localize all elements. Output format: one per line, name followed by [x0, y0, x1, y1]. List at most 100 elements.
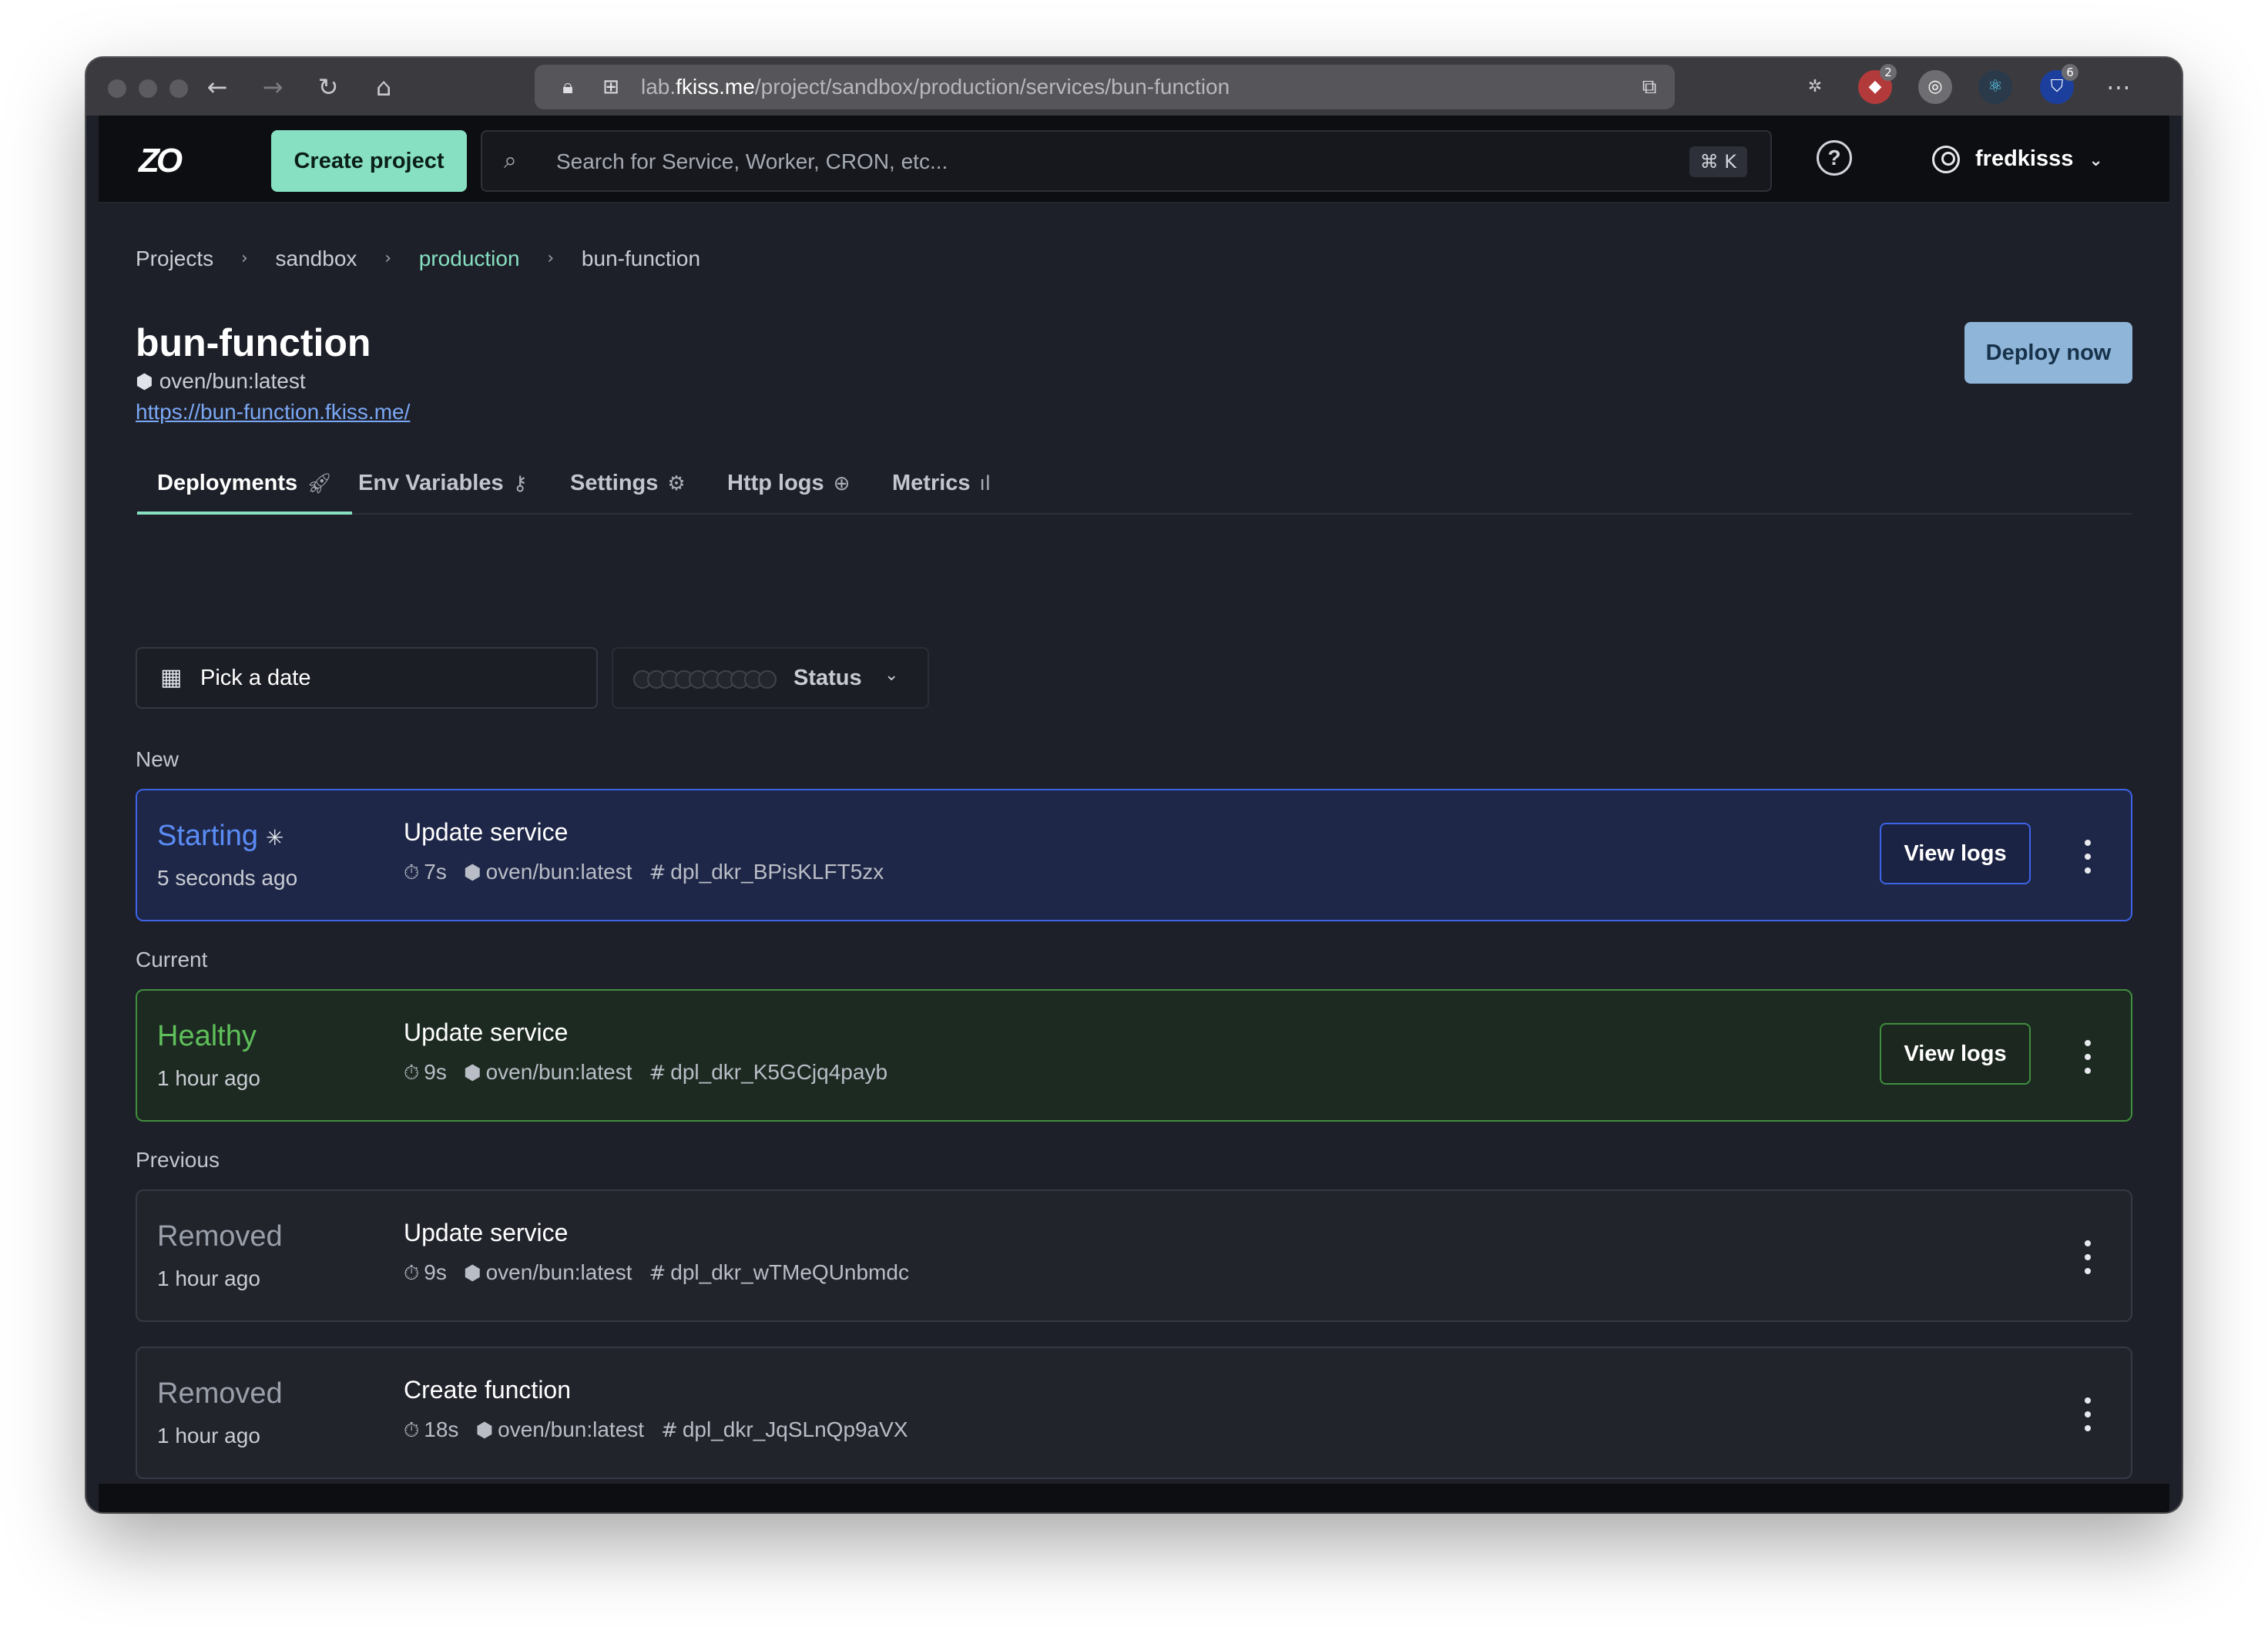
back-arrow-icon[interactable]: ←: [202, 72, 233, 102]
view-logs-button[interactable]: View logs: [1880, 823, 2031, 884]
search-bar[interactable]: ⌕ Search for Service, Worker, CRON, etc.…: [481, 130, 1772, 192]
date-picker-button[interactable]: ▦ Pick a date: [136, 647, 598, 709]
package-icon: ⬢: [136, 371, 153, 394]
browser-toolbar: ← → ↻ ⌂ 🔒︎ ⊞ lab.fkiss.me/project/sandbo…: [86, 58, 2182, 116]
calendar-icon: ▦: [160, 664, 183, 691]
deployment-time: 5 seconds ago: [157, 866, 298, 890]
bar-chart-icon: ıl: [979, 472, 991, 495]
site-settings-icon[interactable]: ⊞: [596, 72, 626, 102]
chevron-down-icon: ⌄: [884, 666, 899, 685]
timer-icon: ⏱: [404, 861, 420, 884]
search-input[interactable]: Search for Service, Worker, CRON, etc...: [556, 149, 948, 174]
deploy-now-button[interactable]: Deploy now: [1964, 322, 2132, 384]
status-filter-label: Status: [793, 666, 862, 690]
deployment-time: 1 hour ago: [157, 1066, 260, 1090]
browser-window: ← → ↻ ⌂ 🔒︎ ⊞ lab.fkiss.me/project/sandbo…: [86, 58, 2182, 1512]
ublock-extension-icon[interactable]: ◆ 2: [1858, 64, 1897, 104]
minimize-window-button[interactable]: [139, 79, 157, 98]
deployment-message: Update service: [404, 818, 569, 846]
service-image-label: oven/bun:latest: [159, 369, 306, 393]
deployment-card[interactable]: Starting ✳ 5 seconds ago Update service ⏱…: [136, 789, 2132, 921]
deployment-message: Update service: [404, 1219, 569, 1246]
username: fredkisss: [1975, 146, 2074, 171]
section-label-current: Current: [136, 948, 208, 971]
tab-env-variables[interactable]: Env Variables ⚷: [358, 459, 528, 513]
home-icon[interactable]: ⌂: [368, 72, 399, 102]
chevron-right-icon: ›: [240, 249, 248, 269]
deployment-meta: ⏱ 7s ⬢ oven/bun:latest # dpl_dkr_BPisKLFT5zx: [404, 860, 884, 884]
main-content: Projects › sandbox › production › bun-fu…: [99, 205, 2169, 1484]
view-logs-button[interactable]: View logs: [1880, 1023, 2031, 1085]
tab-metrics[interactable]: Metrics ıl: [892, 459, 991, 513]
breadcrumb-sandbox[interactable]: sandbox: [276, 247, 357, 271]
tab-deployments[interactable]: Deployments 🚀︎: [136, 459, 353, 515]
rocket-icon: 🚀︎: [307, 472, 333, 495]
react-devtools-icon[interactable]: ⚛: [1978, 70, 2012, 104]
app-header: ZO Create project ⌕ Search for Service, …: [99, 116, 2169, 203]
deployment-message: Create function: [404, 1376, 572, 1404]
bookmark-icon[interactable]: ⧉: [1635, 72, 1664, 102]
deployment-card[interactable]: Removed 1 hour ago Update service ⏱ 9s ⬢ ov…: [136, 1189, 2132, 1322]
deployment-status: Removed: [157, 1220, 283, 1253]
tab-settings[interactable]: Settings ⚙: [570, 459, 686, 513]
more-options-icon[interactable]: [2069, 1391, 2106, 1437]
deployment-time: 1 hour ago: [157, 1424, 260, 1448]
bitwarden-extension-icon[interactable]: ⛉ 6: [2040, 64, 2078, 104]
user-avatar-icon: [1932, 146, 1960, 174]
create-project-button[interactable]: Create project: [271, 130, 467, 192]
user-menu[interactable]: fredkisss ⌄: [1932, 142, 2103, 176]
lock-icon[interactable]: 🔒︎: [553, 72, 582, 102]
globe-icon: ⊕: [833, 472, 850, 495]
close-window-button[interactable]: [108, 79, 126, 98]
package-icon: ⬢: [463, 1262, 481, 1285]
section-label-new: New: [136, 747, 179, 771]
deployment-status: Healthy: [157, 1020, 257, 1052]
service-tabs: Deployments 🚀︎ Env Variables ⚷ Settings ⚙ H…: [136, 459, 2132, 515]
timer-icon: ⏱: [404, 1419, 420, 1442]
more-options-icon[interactable]: [2069, 834, 2106, 880]
app-logo[interactable]: ZO: [139, 142, 183, 180]
breadcrumb-service: bun-function: [581, 246, 701, 270]
help-icon[interactable]: ?: [1817, 140, 1852, 176]
privacy-extension-icon[interactable]: ◎: [1918, 70, 1952, 104]
more-menu-icon[interactable]: ⋯: [2103, 72, 2134, 102]
section-label-previous: Previous: [136, 1148, 220, 1172]
forward-arrow-icon[interactable]: →: [257, 72, 288, 102]
extensions-puzzle-icon[interactable]: ✲: [1798, 70, 1832, 104]
deployment-card[interactable]: Removed 1 hour ago Create function ⏱ 18s ⬢…: [136, 1347, 2132, 1479]
tab-http-logs[interactable]: Http logs ⊕: [727, 459, 850, 513]
zoom-window-button[interactable]: [169, 79, 188, 98]
chevron-right-icon: ›: [384, 249, 391, 269]
search-icon: ⌕: [504, 147, 517, 174]
deployment-status: Removed: [157, 1377, 283, 1410]
breadcrumb: Projects › sandbox › production › bun-fu…: [136, 245, 700, 271]
date-picker-label: Pick a date: [200, 666, 311, 690]
timer-icon: ⏱: [404, 1262, 420, 1285]
status-filter-select[interactable]: Status ⌄: [612, 647, 929, 709]
search-shortcut-badge: ⌘ K: [1689, 146, 1747, 177]
status-color-dots: [633, 670, 781, 689]
more-options-icon[interactable]: [2069, 1034, 2106, 1080]
deployment-card[interactable]: Healthy 1 hour ago Update service ⏱ 9s ⬢ ov…: [136, 989, 2132, 1122]
page-title: bun-function: [136, 321, 371, 364]
hash-icon: #: [661, 1419, 678, 1442]
deployment-status: Starting ✳: [157, 820, 284, 852]
reload-icon[interactable]: ↻: [313, 72, 344, 102]
url-text[interactable]: lab.fkiss.me/project/sandbox/production/…: [641, 75, 1230, 99]
loader-icon: ✳: [265, 825, 284, 850]
hash-icon: #: [649, 1262, 666, 1285]
deployment-meta: ⏱ 9s ⬢ oven/bun:latest # dpl_dkr_wTMeQUnbmdc: [404, 1260, 909, 1285]
package-icon: ⬢: [463, 861, 481, 884]
hash-icon: #: [649, 1062, 666, 1085]
breadcrumb-projects[interactable]: Projects: [136, 247, 213, 271]
key-icon: ⚷: [512, 472, 528, 495]
more-options-icon[interactable]: [2069, 1234, 2106, 1280]
timer-icon: ⏱: [404, 1062, 420, 1085]
address-bar[interactable]: 🔒︎ ⊞ lab.fkiss.me/project/sandbox/produc…: [535, 65, 1675, 109]
service-url-link[interactable]: https://bun-function.fkiss.me/: [136, 400, 410, 424]
package-icon: ⬢: [463, 1062, 481, 1085]
deployment-message: Update service: [404, 1018, 569, 1046]
gear-icon: ⚙: [667, 472, 686, 495]
chevron-right-icon: ›: [547, 249, 555, 269]
breadcrumb-production[interactable]: production: [419, 247, 520, 271]
